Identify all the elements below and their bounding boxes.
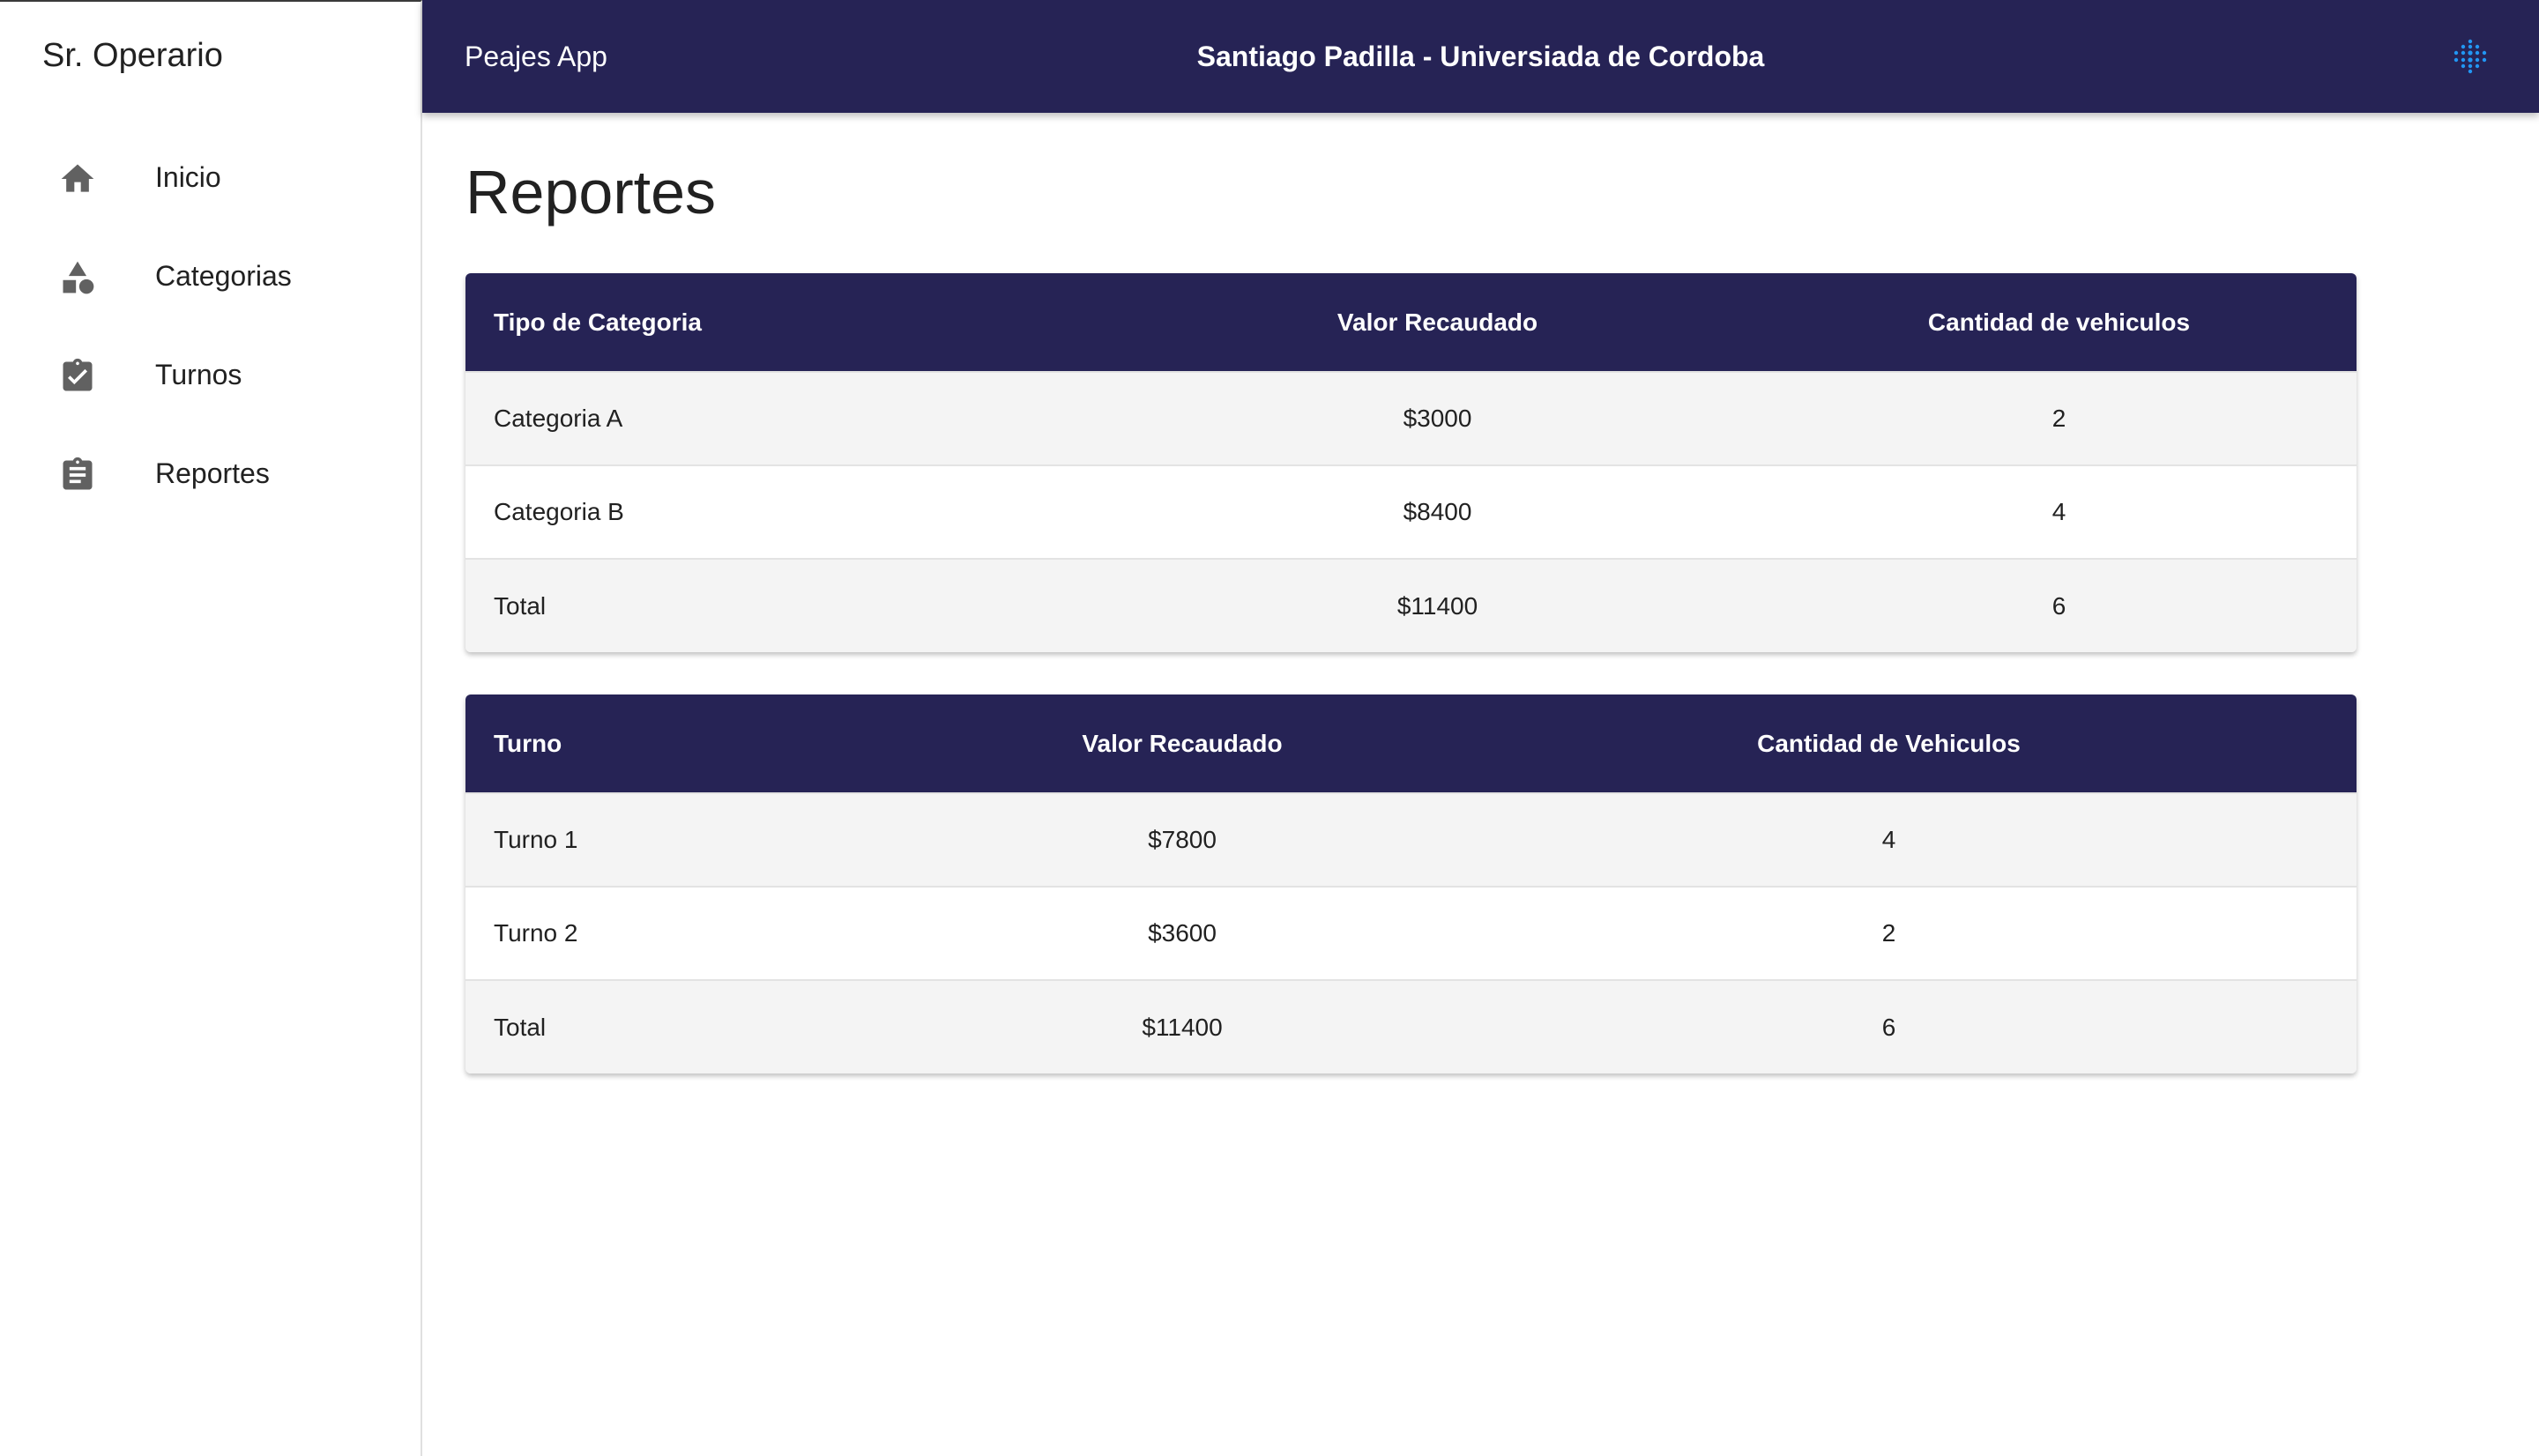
sidebar-item-turnos[interactable]: Turnos [0, 327, 421, 426]
table-header-row: Turno Valor Recaudado Cantidad de Vehicu… [465, 695, 2357, 793]
sidebar-item-label: Reportes [155, 457, 270, 489]
sidebar-item-categorias[interactable]: Categorias [0, 228, 421, 327]
table-cell: $11400 [1142, 1013, 1223, 1041]
table-cell: $11400 [1396, 591, 1478, 620]
dots-logo-icon[interactable] [2453, 39, 2488, 74]
category-icon [63, 261, 94, 294]
column-header: Tipo de Categoria [494, 308, 702, 336]
sidebar-title: Sr. Operario [42, 37, 223, 74]
table-cell: Turno 2 [494, 919, 578, 947]
table-cell: $3600 [1148, 919, 1217, 947]
table-cell: 2 [2051, 405, 2066, 432]
table-cell: Categoria B [494, 498, 624, 525]
category-report-table: Tipo de Categoria Valor Recaudado Cantid… [465, 273, 2357, 652]
table-cell: 6 [2051, 591, 2066, 620]
column-header: Turno [494, 729, 562, 757]
sidebar: Sr. Operario Inicio Categorias Turnos Re… [0, 0, 422, 1456]
sidebar-item-label: Inicio [155, 161, 221, 193]
sidebar-item-reportes[interactable]: Reportes [0, 426, 421, 524]
table-row: Turno 1 $7800 4 [465, 793, 2357, 887]
top-app-bar: Peajes App Santiago Padilla - Universiad… [422, 0, 2539, 113]
table-cell: Total [494, 591, 547, 620]
table-cell: 2 [1881, 919, 1896, 947]
table-row-total: Total $11400 6 [465, 980, 2357, 1073]
table-header-row: Tipo de Categoria Valor Recaudado Cantid… [465, 273, 2357, 372]
column-header: Valor Recaudado [1337, 308, 1538, 336]
table-cell: 4 [2051, 498, 2066, 525]
table-cell: Total [494, 1013, 547, 1041]
table-row: Categoria A $3000 2 [465, 372, 2357, 465]
table-cell: Turno 1 [494, 826, 578, 853]
table-row: Categoria B $8400 4 [465, 465, 2357, 559]
page-title: Reportes [465, 158, 717, 227]
table-row-total: Total $11400 6 [465, 559, 2357, 652]
table-row: Turno 2 $3600 2 [465, 887, 2357, 980]
home-icon [61, 164, 94, 192]
column-header: Valor Recaudado [1082, 729, 1283, 757]
table-cell: 6 [1881, 1013, 1896, 1041]
main-content: Reportes Tipo de Categoria Valor Recauda… [422, 113, 2539, 1456]
table-cell: $7800 [1148, 826, 1217, 853]
table-cell: $3000 [1403, 405, 1472, 432]
table-cell: 4 [1881, 826, 1896, 853]
sidebar-item-label: Turnos [155, 359, 242, 390]
table-cell: $8400 [1403, 498, 1472, 525]
sidebar-item-label: Categorias [155, 260, 292, 292]
shift-report-table: Turno Valor Recaudado Cantidad de Vehicu… [465, 695, 2357, 1073]
table-cell: Categoria A [494, 405, 623, 432]
assignment-turned-in-icon [63, 358, 93, 391]
sidebar-item-inicio[interactable]: Inicio [0, 130, 421, 228]
column-header: Cantidad de Vehiculos [1757, 729, 2021, 757]
assignment-icon [63, 457, 93, 490]
header-author-text: Santiago Padilla - Universiada de Cordob… [1196, 41, 1765, 72]
column-header: Cantidad de vehiculos [1927, 308, 2191, 336]
